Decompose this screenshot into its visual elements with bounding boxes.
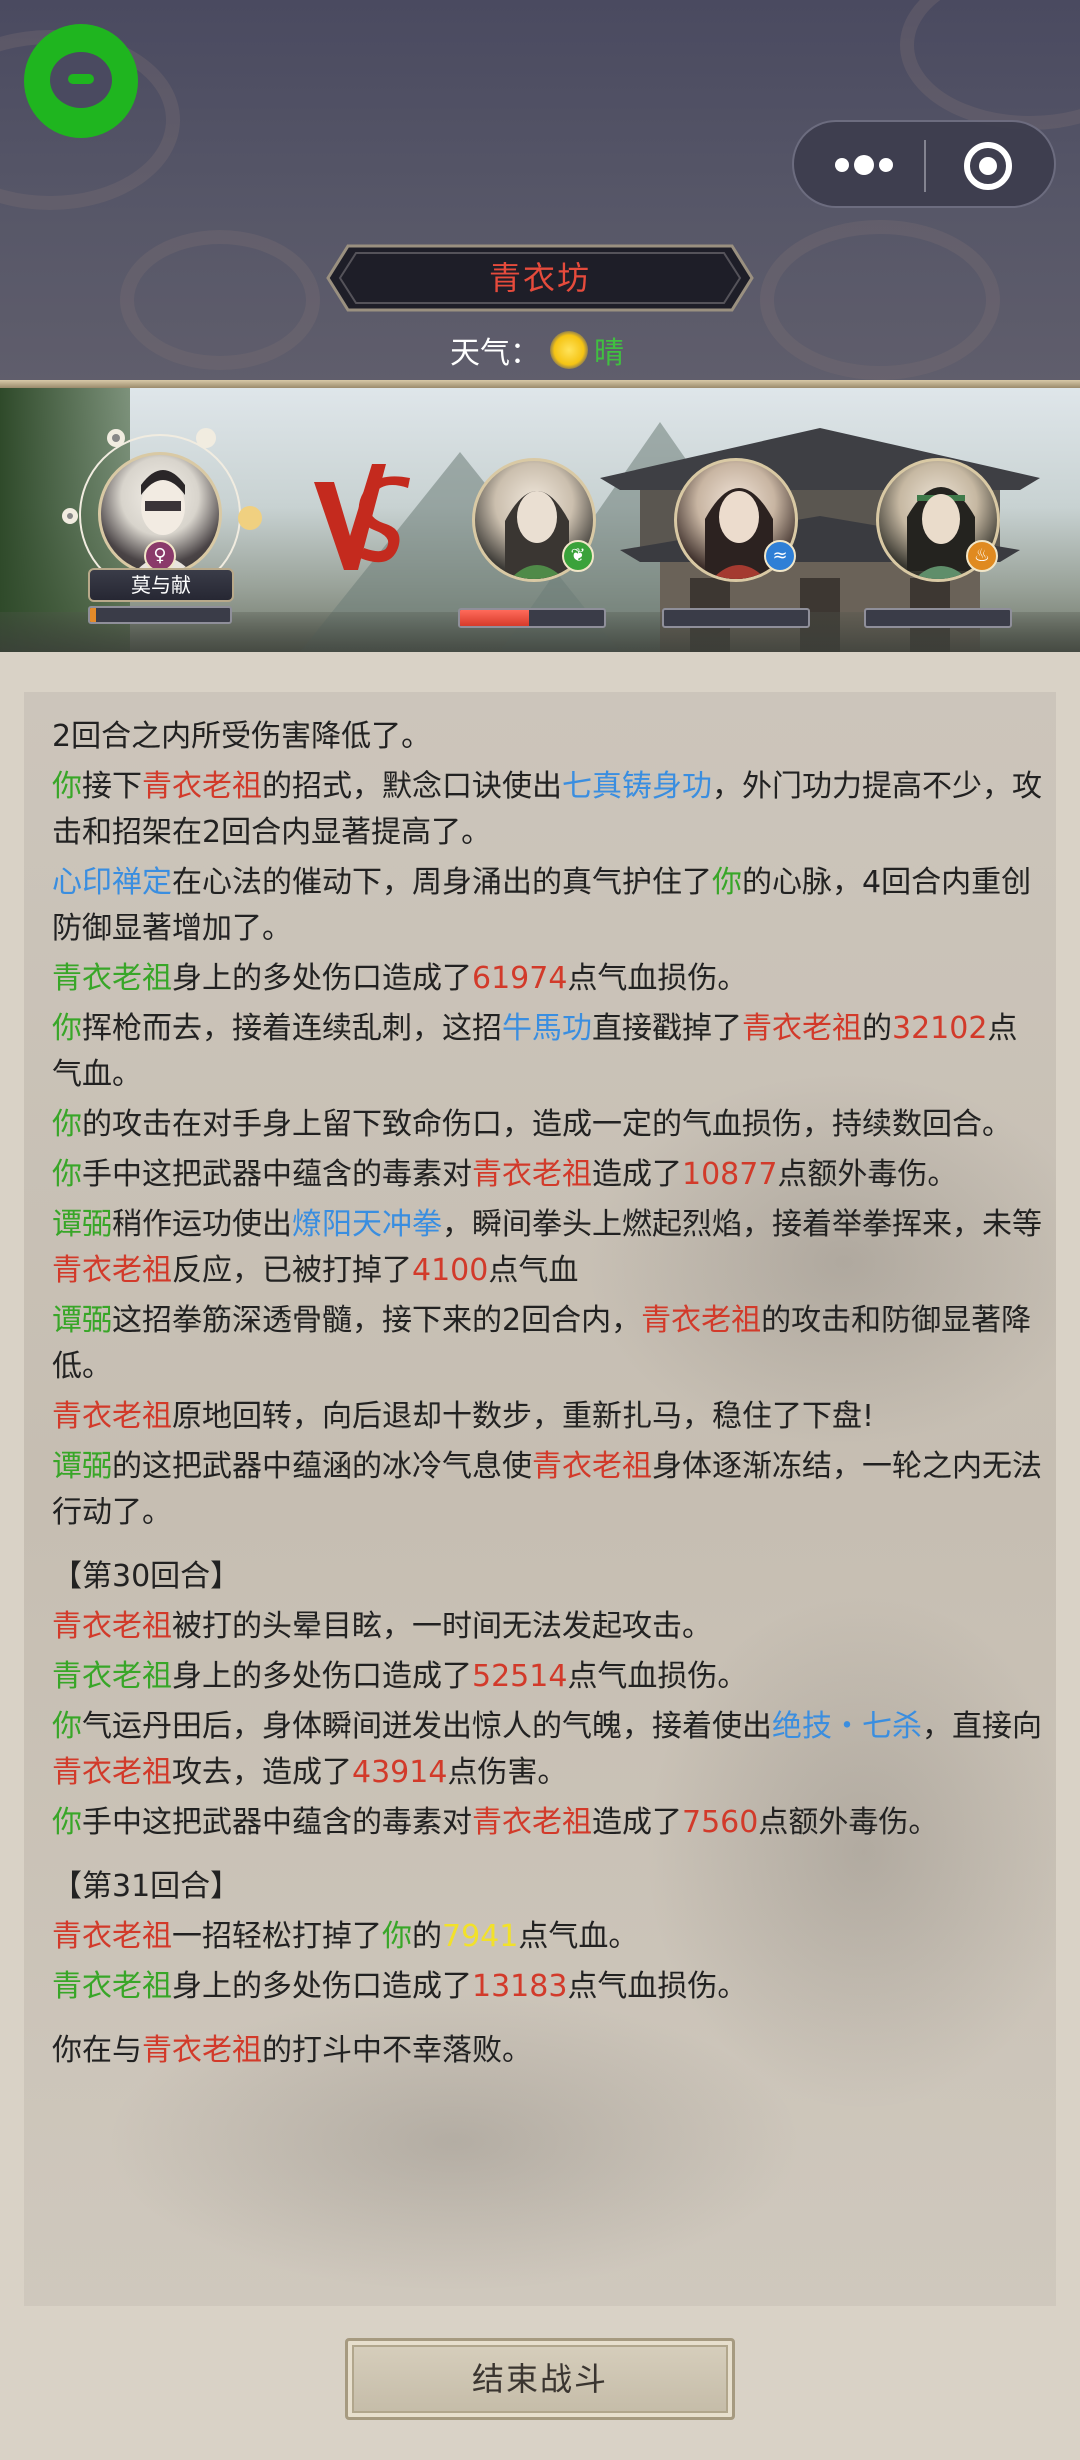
log-line: 谭弼稍作运功使出燎阳天冲拳，瞬间拳头上燃起烈焰，接着举拳挥来，未等青衣老祖反应，… [52,1207,1042,1288]
log-line: 青衣老祖原地回转，向后退却十数步，重新扎马，稳住了下盘! [52,1399,875,1434]
log-line: 青衣老祖身上的多处伤口造成了52514点气血损伤。 [52,1659,748,1694]
log-line: 你的攻击在对手身上留下致命伤口，造成一定的气血损伤，持续数回合。 [52,1107,1012,1142]
log-line: 2回合之内所受伤害降低了。 [52,719,432,754]
log-line: 你气运丹田后，身体瞬间迸发出惊人的气魄，接着使出绝技・七杀，直接向青衣老祖攻去，… [52,1709,1042,1790]
mini-program-capsule [792,120,1056,208]
header-divider [0,380,1080,388]
log-line: 心印禅定在心法的催动下，周身涌出的真气护住了你的心脉，4回合内重创防御显著增加了… [52,865,1032,946]
log-line: 你手中这把武器中蕴含的毒素对青衣老祖造成了10877点额外毒伤。 [52,1157,958,1192]
more-icon[interactable] [832,152,896,178]
close-target-icon[interactable] [962,140,1014,192]
chat-logo-icon[interactable] [24,24,138,138]
battle-log-panel[interactable]: 2回合之内所受伤害降低了。 你接下青衣老祖的招式，默念口诀使出七真铸身功，外门功… [24,692,1056,2306]
vs-icon [314,464,410,570]
cloud-decoration [900,0,1080,130]
log-line: 你接下青衣老祖的招式，默念口诀使出七真铸身功，外门功力提高不少，攻击和招架在2回… [52,769,1042,850]
location-name: 青衣坊 [488,259,591,297]
weather-label: 天气： [450,336,540,371]
log-line: 青衣老祖被打的头晕目眩，一时间无法发起攻击。 [52,1609,712,1644]
player-name: 莫与献 [88,568,234,602]
enemy-hp-bar-1 [458,608,606,628]
end-battle-label: 结束战斗 [471,2360,608,2398]
fire-icon: ♨ [966,540,998,572]
cloud-decoration [120,230,320,370]
end-battle-button[interactable]: 结束战斗 [345,2338,735,2420]
log-line: 青衣老祖身上的多处伤口造成了61974点气血损伤。 [52,961,748,996]
battle-result: 你在与青衣老祖的打斗中不幸落败。 [52,2033,532,2068]
player-hp-bar [88,606,232,624]
weather-info: 天气： 晴 [450,326,624,374]
log-line: 青衣老祖身上的多处伤口造成了13183点气血损伤。 [52,1969,748,2004]
enemy-hp-fill [460,610,530,626]
round-header: 【第30回合】 [52,1559,241,1594]
enemy-avatar-2[interactable]: ≈ [674,458,798,582]
enemy-avatar-1[interactable]: ❦ [472,458,596,582]
battle-log: 2回合之内所受伤害降低了。 你接下青衣老祖的招式，默念口诀使出七真铸身功，外门功… [52,714,1042,2078]
leaf-icon: ❦ [562,540,594,572]
log-line: 你挥枪而去，接着连续乱刺，这招牛馬功直接戳掉了青衣老祖的32102点气血。 [52,1011,1018,1092]
enemy-hp-bar-3 [864,608,1012,628]
header: 青衣坊 天气： 晴 [0,0,1080,388]
log-line: 谭弼的这把武器中蕴涵的冰冷气息使青衣老祖身体逐渐冻结，一轮之内无法行动了。 [52,1449,1042,1530]
player-hp-fill [90,608,96,622]
weather-value: 晴 [594,336,624,371]
water-icon: ≈ [764,540,796,572]
log-line: 你手中这把武器中蕴含的毒素对青衣老祖造成了7560点额外毒伤。 [52,1805,939,1840]
player-avatar[interactable]: ♀ [98,452,222,576]
enemy-hp-bar-2 [662,608,810,628]
enemy-avatar-3[interactable]: ♨ [876,458,1000,582]
cloud-decoration [760,220,1000,380]
sun-icon [550,331,588,369]
log-line: 谭弼这招拳筋深透骨髓，接下来的2回合内，青衣老祖的攻击和防御显著降低。 [52,1303,1032,1384]
location-banner: 青衣坊 [326,244,754,312]
log-line: 青衣老祖一招轻松打掉了你的7941点气血。 [52,1919,639,1954]
round-header: 【第31回合】 [52,1869,241,1904]
capsule-divider [924,140,926,192]
